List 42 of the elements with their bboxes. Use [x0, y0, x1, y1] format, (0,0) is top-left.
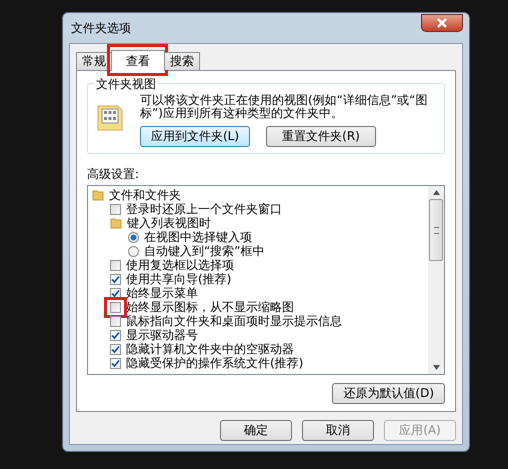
setting-label: 键入列表视图时	[127, 216, 211, 230]
checkbox[interactable]	[110, 204, 121, 214]
setting-label: 始终显示图标，从不显示缩略图	[126, 300, 294, 314]
checkbox[interactable]	[110, 260, 121, 270]
setting-label: 始终显示菜单	[126, 286, 198, 300]
checkbox[interactable]	[110, 274, 121, 284]
folder-view-button[interactable]: 重置文件夹(R)	[266, 126, 376, 147]
folder-icon	[110, 217, 122, 229]
description-text: 可以将该文件夹正在使用的视图(例如“详细信息”或“图标”)应用到所有这种类型的文件夹中。	[140, 94, 428, 120]
checkbox[interactable]	[110, 358, 121, 368]
radio-button[interactable]	[128, 246, 139, 256]
restore-defaults-button[interactable]: 还原为默认值(D)	[332, 383, 445, 404]
scroll-down-icon[interactable]	[432, 365, 440, 370]
radio-button[interactable]	[128, 232, 139, 242]
setting-label: 在视图中选择键入项	[144, 230, 252, 244]
checkbox[interactable]	[110, 302, 121, 312]
section-label: 高级设置:	[87, 166, 140, 183]
scroll-up-icon[interactable]	[432, 190, 440, 195]
checkbox[interactable]	[110, 288, 121, 298]
scrollbar[interactable]	[428, 186, 444, 374]
setting-label: 自动键入到“搜索”框中	[144, 244, 264, 258]
tab[interactable]: 搜索	[164, 52, 200, 70]
tab[interactable]: 查看	[111, 50, 165, 71]
dialog-button[interactable]: 取消	[302, 420, 374, 441]
setting-label: 使用复选框以选择项	[126, 258, 234, 272]
checkbox[interactable]	[110, 344, 121, 354]
setting-label: 隐藏受保护的操作系统文件(推荐)	[126, 356, 304, 370]
checkbox[interactable]	[110, 330, 121, 340]
group-title: 文件夹视图	[94, 76, 158, 93]
folder-view-button[interactable]: 应用到文件夹(L)	[140, 126, 250, 147]
setting-label: 登录时还原上一个文件夹窗口	[126, 202, 282, 216]
window-title: 文件夹选项	[70, 20, 131, 36]
close-button[interactable]	[421, 14, 463, 32]
setting-label: 文件和文件夹	[109, 188, 181, 202]
dialog-button[interactable]: 确定	[220, 420, 292, 441]
close-icon	[436, 18, 448, 28]
setting-label: 鼠标指向文件夹和桌面项时显示提示信息	[126, 314, 342, 328]
setting-label: 隐藏计算机文件夹中的空驱动器	[126, 342, 294, 356]
setting-label: 使用共享向导(推荐)	[126, 272, 232, 286]
setting-label: 显示驱动器号	[126, 328, 198, 342]
checkbox[interactable]	[110, 316, 121, 326]
folder-icon	[92, 189, 104, 201]
